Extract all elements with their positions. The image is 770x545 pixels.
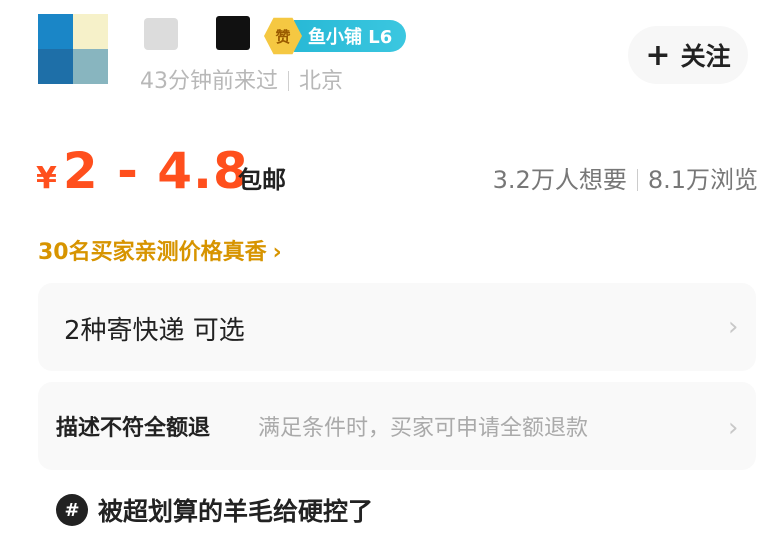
avatar-tile — [73, 49, 108, 84]
divider — [288, 71, 289, 91]
avatar-tile — [73, 14, 108, 49]
price-value: 2 - 4.8 — [62, 142, 249, 200]
refund-title: 描述不符全额退 — [56, 416, 211, 441]
price-range: ¥ 2 - 4.8 — [36, 142, 249, 200]
chevron-right-icon: › — [272, 240, 282, 265]
seller-level-badge[interactable]: 赞 鱼小铺 L6 — [264, 17, 407, 55]
free-shipping-label: 包邮 — [238, 166, 286, 194]
seller-name-redacted — [216, 16, 250, 50]
hashtag-icon: # — [56, 494, 88, 526]
chevron-right-icon: › — [728, 413, 739, 443]
shop-level-label: 鱼小铺 L6 — [294, 20, 407, 52]
buyer-review-promo[interactable]: 30名买家亲测价格真香 › — [38, 234, 282, 266]
location-text: 北京 — [299, 69, 344, 94]
item-stats: 3.2万人想要 8.1万浏览 — [493, 160, 758, 195]
topic-text: 被超划算的羊毛给硬控了 — [98, 497, 374, 526]
topic-tag[interactable]: # 被超划算的羊毛给硬控了 — [56, 492, 373, 528]
avatar-tile — [38, 49, 73, 84]
last-seen-text: 43分钟前来过 — [140, 69, 278, 94]
follow-button[interactable]: + 关注 — [628, 26, 748, 84]
delivery-option-text: 2种寄快递 可选 — [64, 316, 245, 346]
seller-name-redacted — [144, 18, 178, 50]
currency-symbol: ¥ — [36, 161, 57, 196]
promo-text: 30名买家亲测价格真香 — [38, 240, 267, 265]
chevron-right-icon: › — [728, 312, 739, 342]
divider — [636, 169, 638, 191]
refund-description: 满足条件时，买家可申请全额退款 — [258, 416, 589, 441]
seller-activity: 43分钟前来过 北京 — [140, 63, 343, 95]
views-count: 8.1万浏览 — [647, 166, 758, 194]
wants-count: 3.2万人想要 — [492, 166, 627, 194]
plus-icon: + — [645, 37, 671, 73]
follow-label: 关注 — [680, 42, 731, 71]
seller-avatar[interactable] — [38, 14, 108, 84]
avatar-tile — [38, 14, 73, 49]
